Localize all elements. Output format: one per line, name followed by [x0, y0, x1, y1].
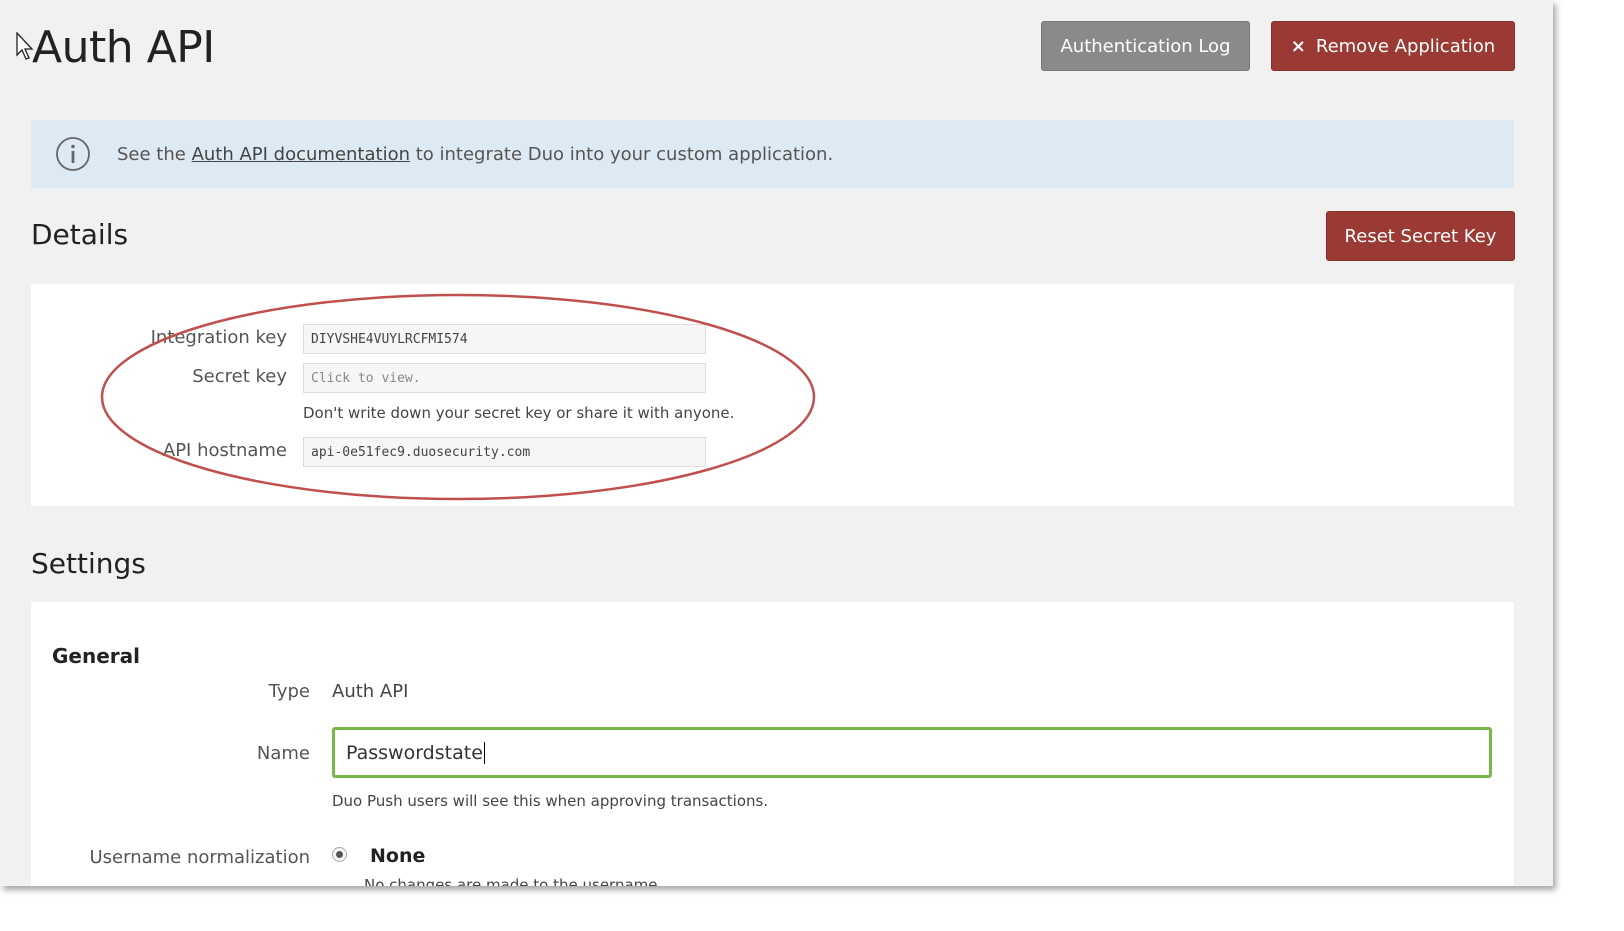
secret-key-field[interactable]: Click to view. — [303, 363, 706, 393]
name-help-text: Duo Push users will see this when approv… — [332, 792, 769, 810]
settings-heading: Settings — [31, 547, 146, 580]
username-normalization-none-label: None — [370, 845, 426, 867]
general-heading: General — [52, 644, 140, 668]
details-heading: Details — [31, 218, 129, 251]
authentication-log-button[interactable]: Authentication Log — [1041, 21, 1250, 71]
api-hostname-field[interactable]: api-0e51fec9.duosecurity.com — [303, 437, 706, 467]
reset-secret-key-button[interactable]: Reset Secret Key — [1326, 211, 1515, 261]
authentication-log-label: Authentication Log — [1060, 35, 1231, 57]
integration-key-field[interactable]: DIYVSHE4VUYLRCFMI574 — [303, 324, 706, 354]
auth-api-documentation-link[interactable]: Auth API documentation — [192, 144, 410, 165]
secret-key-label: Secret key — [192, 366, 287, 387]
name-input[interactable]: Passwordstate — [332, 727, 1492, 778]
info-banner-text: See the Auth API documentation to integr… — [117, 144, 833, 165]
remove-application-button[interactable]: × Remove Application — [1271, 21, 1515, 71]
info-banner-prefix: See the — [117, 143, 192, 165]
details-panel — [31, 284, 1514, 506]
info-banner: See the Auth API documentation to integr… — [31, 120, 1514, 188]
info-icon — [56, 137, 90, 171]
name-label: Name — [256, 743, 310, 764]
username-normalization-label: Username normalization — [89, 847, 310, 868]
close-icon: × — [1290, 35, 1306, 57]
page-title: Auth API — [32, 22, 215, 73]
type-value: Auth API — [332, 681, 409, 702]
text-caret — [483, 741, 485, 764]
info-banner-suffix: to integrate Duo into your custom applic… — [410, 143, 834, 165]
app-window: Auth API Authentication Log × Remove App… — [0, 0, 1553, 886]
reset-secret-key-label: Reset Secret Key — [1344, 225, 1497, 247]
type-label: Type — [268, 681, 310, 702]
secret-key-help-text: Don't write down your secret key or shar… — [303, 404, 735, 422]
api-hostname-label: API hostname — [162, 440, 287, 461]
username-normalization-help-text: No changes are made to the username. — [364, 876, 663, 886]
remove-application-label: Remove Application — [1315, 35, 1496, 57]
name-input-value: Passwordstate — [346, 741, 483, 764]
username-normalization-none-radio[interactable] — [332, 847, 347, 862]
integration-key-label: Integration key — [150, 327, 287, 348]
